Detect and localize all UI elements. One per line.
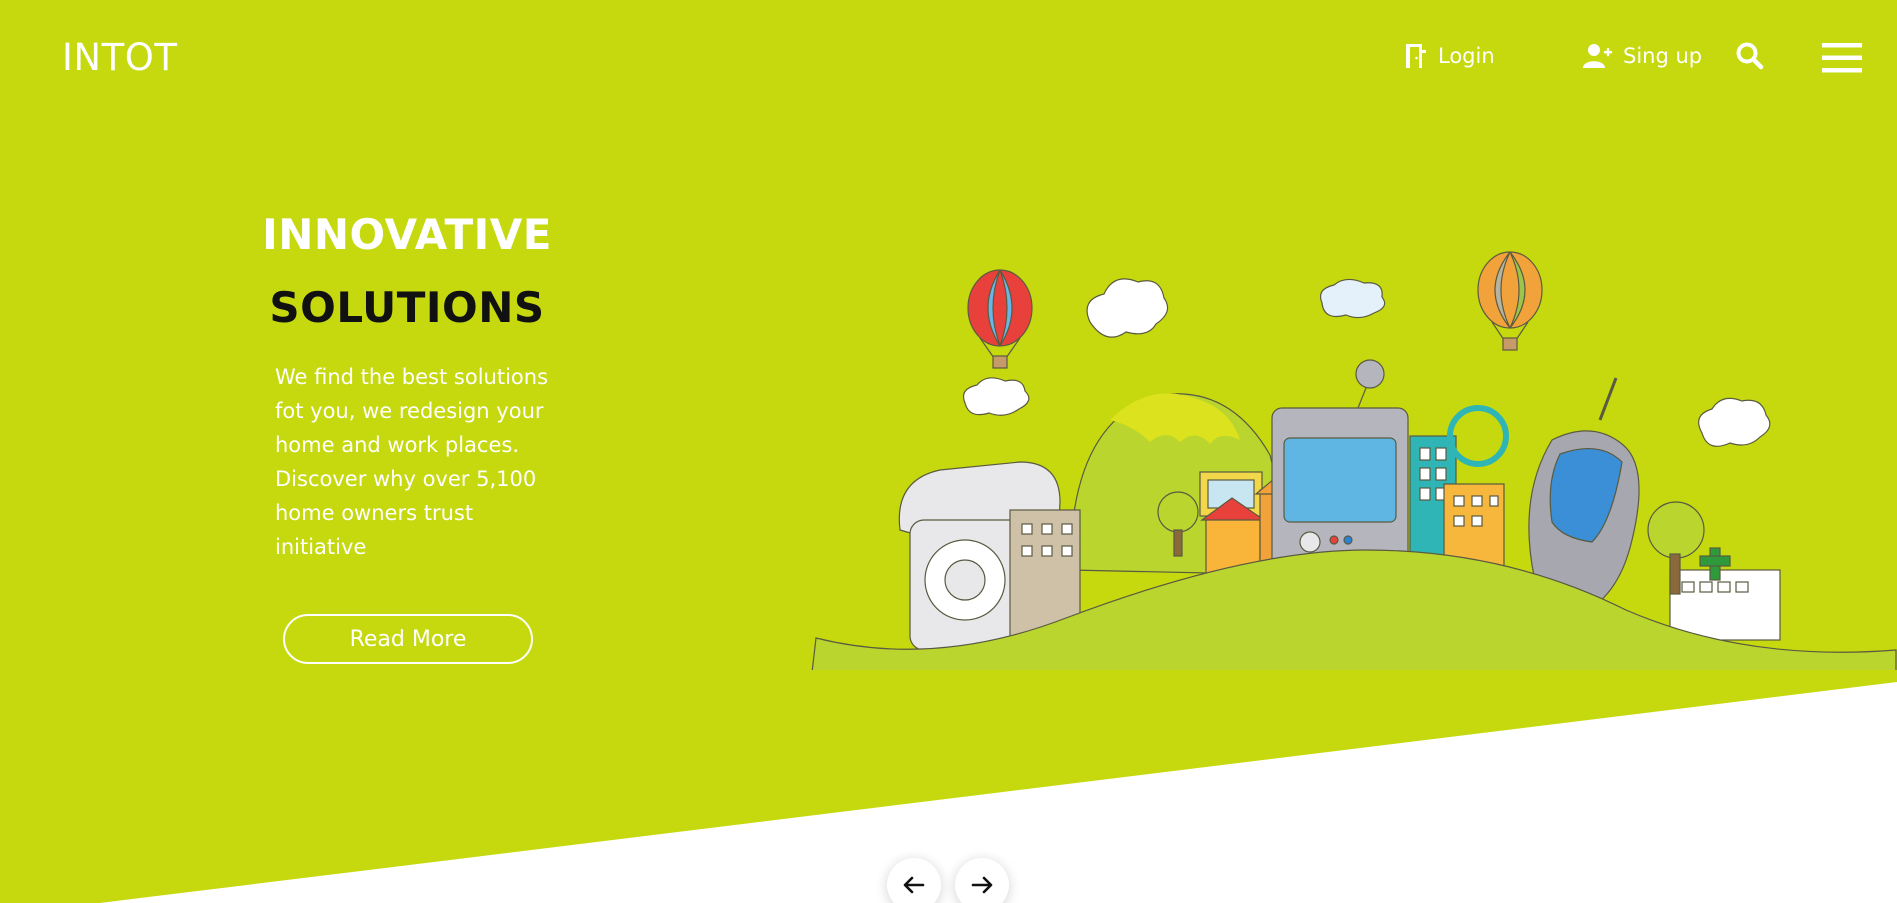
carousel-prev-button[interactable]	[887, 858, 941, 903]
hero-description: We find the best solutions fot you, we r…	[275, 365, 549, 559]
hamburger-menu-icon	[1822, 43, 1862, 73]
login-label: Login	[1438, 44, 1495, 68]
search-icon	[1736, 42, 1764, 70]
hero-title-line1: INNOVATIVE	[262, 210, 552, 259]
television-icon	[1271, 359, 1409, 569]
read-more-button[interactable]: Read More	[283, 614, 533, 664]
site-logo[interactable]: INTOT	[62, 36, 177, 79]
hero-title-line2: SOLUTIONS	[269, 283, 545, 332]
hot-air-balloon-icon	[967, 269, 1033, 369]
hot-air-balloon-icon	[1477, 251, 1543, 351]
carousel-next-button[interactable]	[955, 858, 1009, 903]
cloud-icon	[1086, 278, 1169, 338]
search-button[interactable]	[1735, 41, 1765, 71]
cloud-icon	[962, 377, 1030, 416]
arrow-right-icon	[971, 876, 993, 894]
signup-link[interactable]: Sing up	[1583, 40, 1702, 72]
arrow-left-icon	[903, 876, 925, 894]
user-plus-icon	[1583, 43, 1613, 69]
cartoon-city-illustration	[811, 251, 1897, 670]
building-icon	[1409, 405, 1509, 575]
cloud-icon	[1319, 278, 1386, 319]
menu-button[interactable]	[1822, 42, 1862, 74]
hospital-icon	[1669, 547, 1781, 641]
signup-label: Sing up	[1623, 44, 1703, 68]
login-link[interactable]: Login	[1404, 40, 1495, 72]
cloud-icon	[1698, 397, 1771, 447]
door-icon	[1404, 43, 1428, 69]
